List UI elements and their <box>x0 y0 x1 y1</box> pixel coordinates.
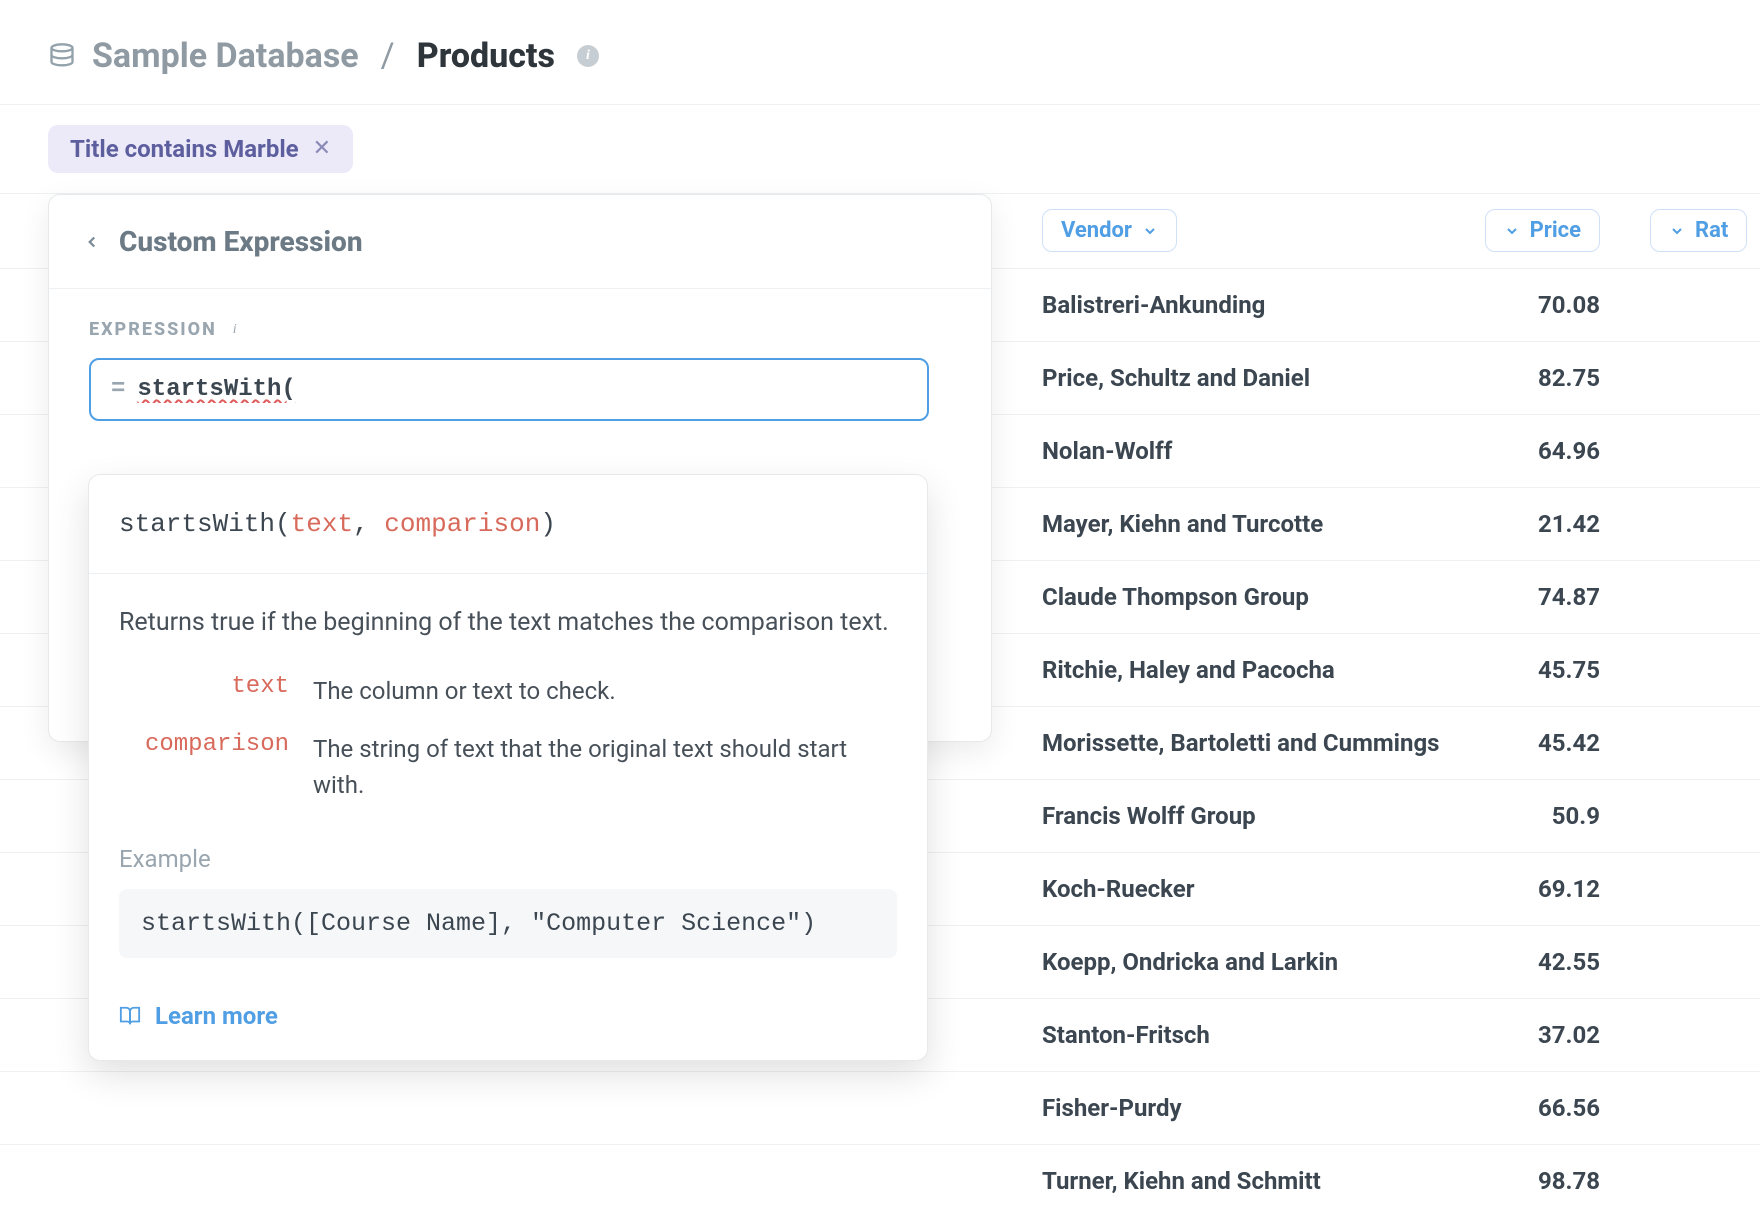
param-desc: The string of text that the original tex… <box>313 731 897 803</box>
cell-rating <box>1650 633 1760 706</box>
expression-input[interactable]: = <box>89 358 929 421</box>
cell-price: 45.75 <box>1450 633 1650 706</box>
cell-rating <box>1650 560 1760 633</box>
example-label: Example <box>89 835 927 889</box>
chevron-left-icon[interactable] <box>83 233 101 251</box>
expression-field[interactable] <box>137 376 907 403</box>
cell-rating <box>1650 268 1760 341</box>
breadcrumb: Sample Database / Products i <box>0 0 1760 105</box>
cell-rating <box>1650 1144 1760 1208</box>
cell-vendor: Fisher-Purdy <box>0 1071 1450 1144</box>
panel-title: Custom Expression <box>119 225 363 258</box>
close-icon[interactable]: ✕ <box>313 138 331 160</box>
column-header-rating[interactable]: Rat <box>1650 209 1747 252</box>
chevron-down-icon <box>1669 223 1685 239</box>
param-name: comparison <box>119 731 289 758</box>
filter-chip[interactable]: Title contains Marble ✕ <box>48 125 353 173</box>
table-row[interactable]: Turner, Kiehn and Schmitt98.78 <box>0 1144 1760 1208</box>
column-header-vendor[interactable]: Vendor <box>1042 209 1177 252</box>
chevron-down-icon <box>1142 223 1158 239</box>
info-icon[interactable]: i <box>577 45 599 67</box>
table-row[interactable]: Fisher-Purdy66.56 <box>0 1071 1760 1144</box>
helper-signature: startsWith(text, comparison) <box>89 475 927 574</box>
column-header-label: Rat <box>1695 218 1728 243</box>
cell-rating <box>1650 925 1760 998</box>
cell-price: 66.56 <box>1450 1071 1650 1144</box>
cell-price: 69.12 <box>1450 852 1650 925</box>
column-header-price[interactable]: Price <box>1485 209 1600 252</box>
equals-icon: = <box>111 376 125 403</box>
cell-price: 98.78 <box>1450 1144 1650 1208</box>
param-desc: The column or text to check. <box>313 673 897 709</box>
cell-price: 70.08 <box>1450 268 1650 341</box>
chevron-down-icon <box>1504 223 1520 239</box>
cell-price: 64.96 <box>1450 414 1650 487</box>
cell-rating <box>1650 779 1760 852</box>
cell-rating <box>1650 341 1760 414</box>
cell-price: 21.42 <box>1450 487 1650 560</box>
expression-label: EXPRESSION i <box>89 319 951 340</box>
filter-chip-label: Title contains Marble <box>70 135 299 163</box>
breadcrumb-table[interactable]: Products <box>417 36 555 76</box>
cell-rating <box>1650 487 1760 560</box>
learn-more-label: Learn more <box>155 1002 278 1030</box>
filter-row: Title contains Marble ✕ <box>0 105 1760 194</box>
cell-price: 45.42 <box>1450 706 1650 779</box>
cell-price: 42.55 <box>1450 925 1650 998</box>
expression-helper: startsWith(text, comparison) Returns tru… <box>88 474 928 1061</box>
expression-label-text: EXPRESSION <box>89 319 217 340</box>
info-icon[interactable]: i <box>227 322 243 338</box>
example-code: startsWith([Course Name], "Computer Scie… <box>119 889 897 958</box>
cell-rating <box>1650 706 1760 779</box>
helper-description: Returns true if the beginning of the tex… <box>89 574 927 653</box>
cell-price: 50.9 <box>1450 779 1650 852</box>
book-icon <box>119 1005 141 1027</box>
cell-price: 37.02 <box>1450 998 1650 1071</box>
param-name: text <box>119 673 289 700</box>
learn-more-link[interactable]: Learn more <box>89 984 927 1060</box>
breadcrumb-separator: / <box>381 36 395 76</box>
column-header-label: Vendor <box>1061 218 1132 243</box>
breadcrumb-database[interactable]: Sample Database <box>92 36 359 76</box>
cell-rating <box>1650 852 1760 925</box>
column-header-label: Price <box>1530 218 1581 243</box>
cell-rating <box>1650 998 1760 1071</box>
cell-price: 82.75 <box>1450 341 1650 414</box>
helper-params: text The column or text to check. compar… <box>89 653 927 835</box>
cell-rating <box>1650 1071 1760 1144</box>
cell-vendor: Turner, Kiehn and Schmitt <box>0 1144 1450 1208</box>
database-icon <box>48 42 76 70</box>
cell-rating <box>1650 414 1760 487</box>
cell-price: 74.87 <box>1450 560 1650 633</box>
